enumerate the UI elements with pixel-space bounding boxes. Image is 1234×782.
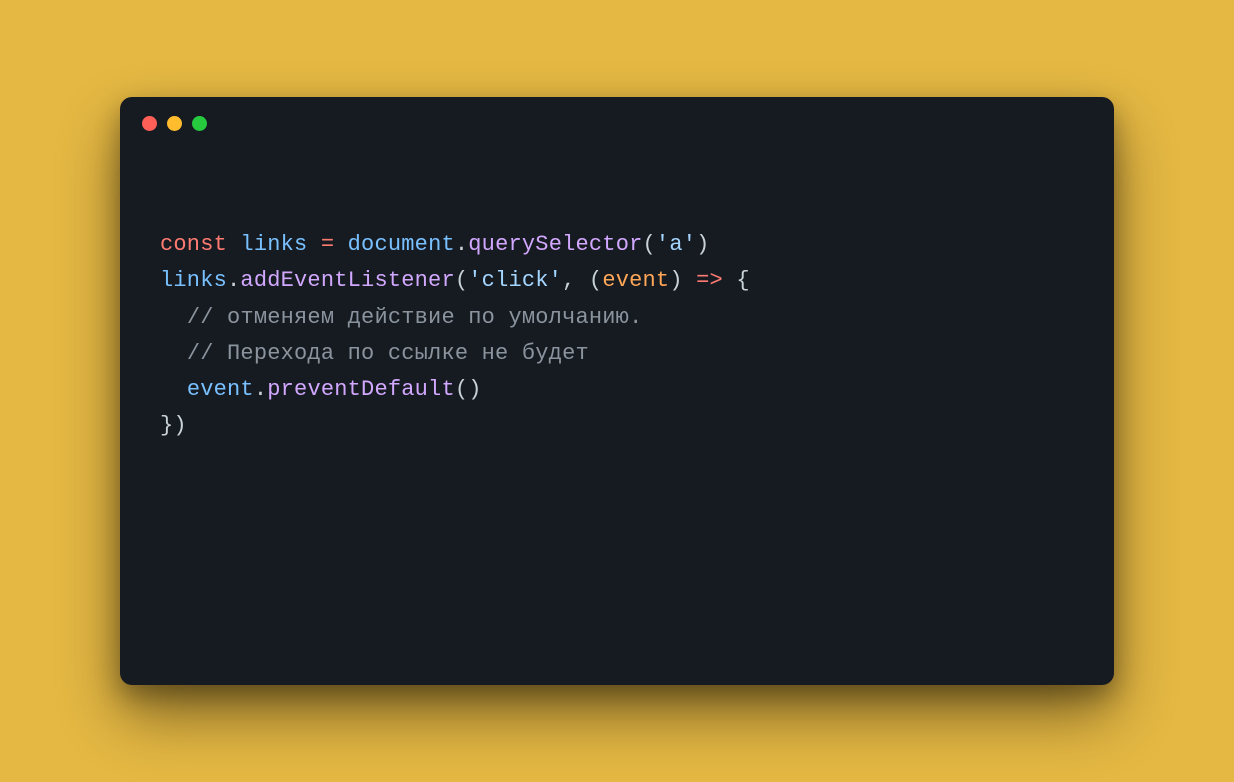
code-line: const links = document.querySelector('a'…: [160, 227, 1074, 263]
maximize-icon[interactable]: [192, 116, 207, 131]
token-string: 'a': [656, 232, 696, 257]
code-line: links.addEventListener('click', (event) …: [160, 263, 1074, 299]
token-comment: // отменяем действие по умолчанию.: [187, 305, 643, 330]
minimize-icon[interactable]: [167, 116, 182, 131]
token-punct: (: [589, 268, 602, 293]
window-titlebar: [120, 97, 1114, 149]
token-param: event: [602, 268, 669, 293]
token-punct: {: [736, 268, 749, 293]
token-object: document: [348, 232, 455, 257]
token-function: addEventListener: [240, 268, 454, 293]
token-punct: .: [227, 268, 240, 293]
code-line: event.preventDefault(): [160, 372, 1074, 408]
token-punct: ,: [562, 268, 589, 293]
editor-window: const links = document.querySelector('a'…: [120, 97, 1114, 685]
token-punct: ): [669, 268, 682, 293]
token-punct: }): [160, 413, 187, 438]
code-line: }): [160, 408, 1074, 444]
token-punct: ): [696, 232, 709, 257]
token-operator: =: [321, 232, 334, 257]
code-area: const links = document.querySelector('a'…: [120, 149, 1114, 685]
token-identifier: links: [240, 232, 307, 257]
token-punct: .: [254, 377, 267, 402]
code-line: // отменяем действие по умолчанию.: [160, 300, 1074, 336]
token-function: preventDefault: [267, 377, 455, 402]
token-string: 'click': [468, 268, 562, 293]
token-punct: (: [455, 268, 468, 293]
token-punct: (): [455, 377, 482, 402]
token-object: links: [160, 268, 227, 293]
token-comment: // Перехода по ссылке не будет: [187, 341, 589, 366]
token-object: event: [187, 377, 254, 402]
close-icon[interactable]: [142, 116, 157, 131]
token-punct: .: [455, 232, 468, 257]
token-punct: (: [643, 232, 656, 257]
token-keyword: const: [160, 232, 227, 257]
token-function: querySelector: [468, 232, 642, 257]
token-arrow: =>: [696, 268, 723, 293]
code-line: // Перехода по ссылке не будет: [160, 336, 1074, 372]
